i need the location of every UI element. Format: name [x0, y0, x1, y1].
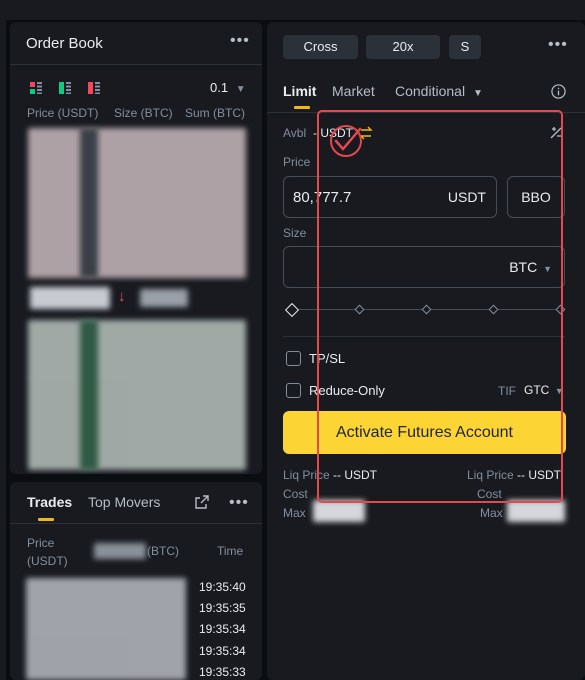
mid-price-blurred — [30, 287, 110, 309]
annotation-highlight-box — [317, 110, 563, 503]
left-edge-panel — [0, 20, 6, 680]
mark-price-blurred — [140, 289, 188, 307]
max-value-left-blurred — [313, 500, 365, 522]
trades-col-price-unit: (USDT) — [27, 554, 68, 568]
precision-select[interactable]: 0.1 ▼ — [210, 80, 246, 95]
chevron-down-icon: ▼ — [472, 88, 483, 99]
slider-handle[interactable] — [284, 302, 300, 318]
trades-rows-blurred — [26, 578, 186, 680]
max-value-right-blurred — [507, 500, 565, 522]
bids-gap — [80, 320, 98, 470]
col-size-header: Size (BTC) — [114, 106, 173, 120]
trades-panel: Trades Top Movers ••• Price (USDT) (BTC)… — [10, 482, 262, 680]
form-tab-active-indicator — [294, 106, 310, 109]
trades-col-price: Price — [27, 536, 55, 550]
size-label: Size — [283, 226, 307, 240]
layout-both-icon[interactable] — [30, 82, 42, 94]
asks-rows-blurred — [28, 128, 246, 278]
asks-gap — [80, 128, 98, 278]
trades-col-size-blurred — [94, 543, 146, 559]
col-sum-header: Sum (BTC) — [185, 106, 245, 120]
cost-label-left: Cost — [283, 487, 308, 501]
max-label-right: Max — [480, 506, 503, 520]
chevron-down-icon: ▼ — [235, 84, 246, 95]
trade-time: 19:35:34 — [199, 644, 246, 658]
trades-more-icon[interactable]: ••• — [229, 495, 249, 511]
arrow-down-icon: ↓ — [118, 288, 126, 305]
max-label-left: Max — [283, 506, 306, 520]
top-bar — [0, 0, 585, 20]
tab-top-movers[interactable]: Top Movers — [88, 494, 160, 510]
form-more-icon[interactable]: ••• — [548, 37, 568, 53]
layout-asks-icon[interactable] — [88, 82, 100, 94]
trades-divider — [10, 523, 262, 524]
col-price-header: Price (USDT) — [27, 106, 99, 120]
order-book-title: Order Book — [26, 35, 103, 52]
tab-limit[interactable]: Limit — [283, 83, 316, 99]
tab-trades[interactable]: Trades — [27, 494, 72, 510]
reduce-only-checkbox[interactable] — [286, 383, 301, 398]
tab-active-indicator — [38, 518, 54, 521]
trades-col-size-unit: (BTC) — [147, 544, 179, 558]
layout-bids-icon[interactable] — [59, 82, 71, 94]
order-book-more-icon[interactable]: ••• — [230, 33, 250, 49]
order-book-divider — [10, 64, 262, 65]
trade-time: 19:35:33 — [199, 665, 246, 679]
tpsl-checkbox[interactable] — [286, 351, 301, 366]
leverage-button[interactable]: 20x — [366, 35, 440, 59]
info-icon[interactable] — [551, 84, 566, 99]
tab-market[interactable]: Market — [332, 83, 375, 99]
trade-time: 19:35:35 — [199, 601, 246, 615]
avbl-label: Avbl — [283, 126, 307, 140]
precision-value: 0.1 — [210, 80, 229, 95]
bids-rows-blurred — [28, 320, 246, 470]
trade-form-panel: Cross 20x S ••• Limit Market Conditional… — [267, 22, 585, 680]
margin-mode-button[interactable]: Cross — [283, 35, 358, 59]
tab-conditional-label: Conditional — [395, 83, 466, 99]
trades-col-time: Time — [217, 544, 244, 558]
trade-time: 19:35:34 — [199, 622, 246, 636]
trade-time: 19:35:40 — [199, 580, 246, 594]
order-book-panel: Order Book ••• 0.1 ▼ Price (USDT) Size (… — [10, 22, 262, 474]
tab-conditional[interactable]: Conditional ▼ — [395, 83, 483, 99]
checkmark-annotation-icon — [330, 125, 362, 157]
position-mode-button[interactable]: S — [449, 35, 481, 59]
popout-icon[interactable] — [194, 494, 210, 510]
price-label: Price — [283, 155, 311, 169]
